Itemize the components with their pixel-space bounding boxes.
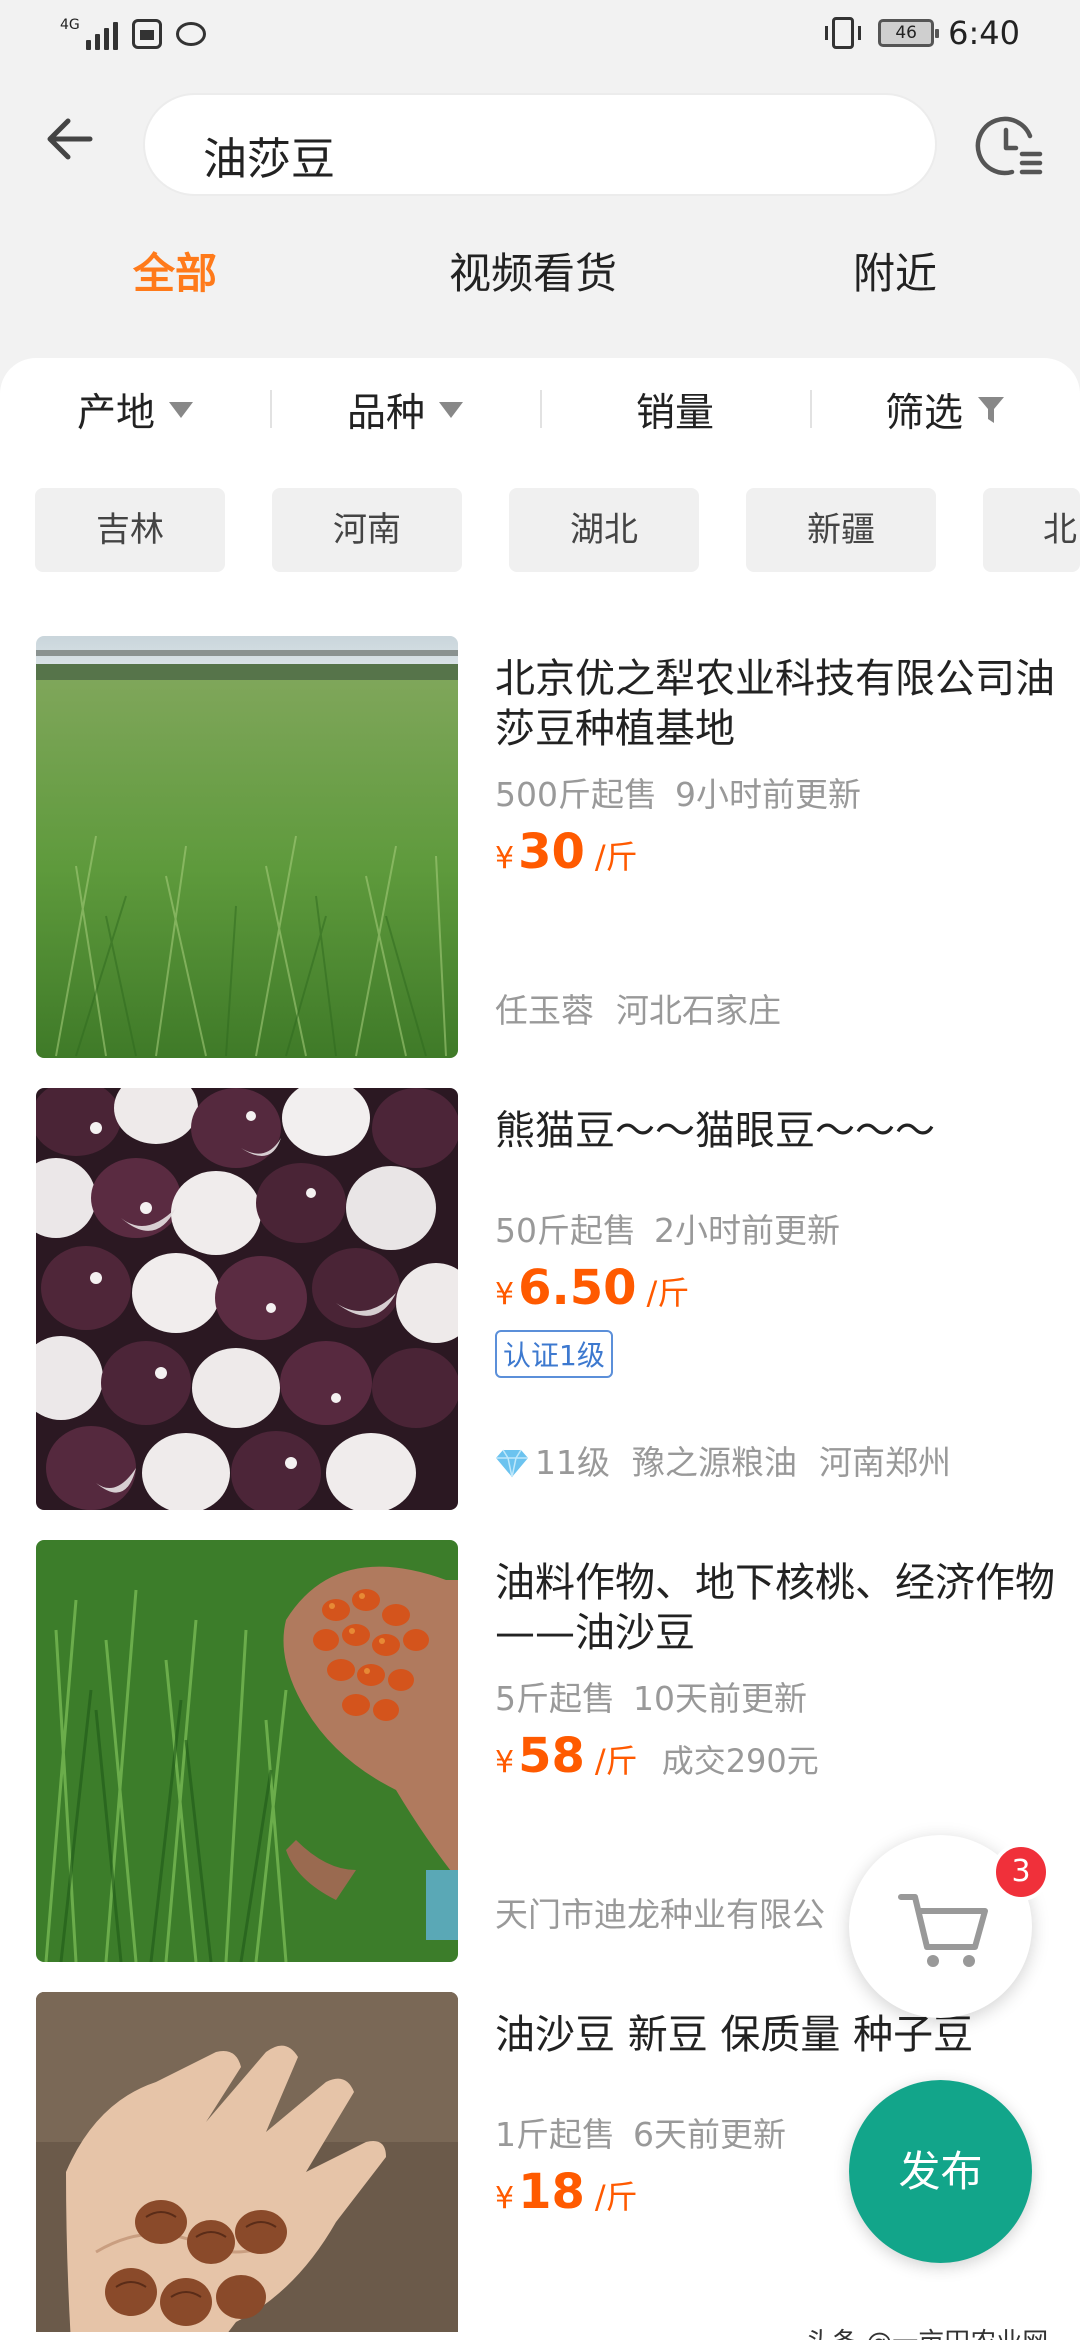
listing-item[interactable]: 北京优之犁农业科技有限公司油莎豆种植基地 500斤起售 9小时前更新 ¥ 30 /… [0, 636, 1080, 1060]
filter-origin[interactable]: 产地 [0, 380, 270, 440]
product-image [36, 1992, 458, 2332]
update-time: 9小时前更新 [675, 775, 861, 814]
tab-nearby[interactable]: 附近 [755, 240, 1035, 301]
price-unit: /斤 [594, 1742, 638, 1780]
vibrate-icon [825, 17, 862, 49]
filter-more[interactable]: 筛选 [810, 380, 1080, 440]
price-unit: /斤 [594, 838, 638, 876]
filter-sales-label: 销量 [635, 391, 714, 436]
listing-price: ¥ 30 /斤 [495, 824, 1055, 880]
clock-list-icon [975, 116, 1043, 176]
update-time: 6天前更新 [633, 2115, 786, 2154]
publish-button[interactable]: 发布 [849, 2080, 1032, 2263]
currency-symbol: ¥ [495, 1277, 515, 1312]
category-tabs: 全部 视频看货 附近 [0, 240, 1080, 340]
battery-icon: 46 [878, 19, 940, 47]
back-button[interactable] [40, 107, 104, 171]
update-time: 2小时前更新 [654, 1211, 840, 1250]
search-query: 油莎豆 [203, 134, 335, 185]
dropdown-icon [169, 402, 193, 418]
history-button[interactable] [972, 110, 1044, 182]
deal-amount: 成交290元 [661, 1742, 819, 1780]
status-bar: 4G 46 6:40 [0, 0, 1080, 75]
product-image [36, 1540, 458, 1962]
listing-price: ¥ 58 /斤 成交290元 [495, 1728, 1055, 1784]
filter-sales[interactable]: 销量 [540, 380, 810, 440]
region-chip[interactable]: 河南 [272, 488, 462, 572]
filter-origin-label: 产地 [76, 391, 155, 436]
filter-bar: 产地 品种 销量 筛选 [0, 358, 1080, 458]
min-order: 1斤起售 [495, 2115, 615, 2154]
seller-name: 任玉蓉 [495, 991, 594, 1030]
listing-meta: 50斤起售 2小时前更新 [495, 1204, 1055, 1252]
signal-icon: 4G [60, 18, 118, 50]
seller-name: 豫之源粮油 [632, 1443, 797, 1482]
seller-info: 任玉蓉 河北石家庄 [495, 984, 781, 1032]
clock: 6:40 [948, 14, 1020, 52]
listing-price: ¥ 6.50 /斤 [495, 1260, 1055, 1316]
search-header: 油莎豆 [0, 75, 1080, 215]
seller-name: 天门市迪龙种业有限公 [495, 1895, 825, 1934]
filter-variety-label: 品种 [346, 391, 425, 436]
region-chip[interactable]: 吉林 [35, 488, 225, 572]
update-time: 10天前更新 [633, 1679, 807, 1718]
calendar-icon [131, 19, 162, 49]
price-unit: /斤 [646, 1274, 690, 1312]
product-image [36, 1088, 458, 1510]
dropdown-icon [439, 402, 463, 418]
min-order: 50斤起售 [495, 1211, 636, 1250]
certification-badge: 认证1级 [495, 1330, 613, 1378]
results-panel: 产地 品种 销量 筛选 吉林 河南 湖北 新疆 北 北京优之犁农业科技有限公司油… [0, 358, 1080, 2340]
price-value: 30 [518, 824, 585, 880]
seller-info: 天门市迪龙种业有限公 [495, 1888, 825, 1936]
cart-count-badge: 3 [992, 1843, 1050, 1901]
price-value: 6.50 [518, 1260, 637, 1316]
product-image [36, 636, 458, 1058]
currency-symbol: ¥ [495, 841, 515, 876]
battery-level: 46 [895, 23, 917, 43]
tab-video[interactable]: 视频看货 [393, 240, 673, 301]
price-unit: /斤 [594, 2178, 638, 2216]
listing-meta: 5斤起售 10天前更新 [495, 1672, 1055, 1720]
price-value: 58 [518, 1728, 585, 1784]
region-chips: 吉林 河南 湖北 新疆 北 [0, 488, 1080, 572]
funnel-icon [978, 397, 1004, 423]
region-chip[interactable]: 新疆 [746, 488, 936, 572]
seller-info: 11级 豫之源粮油 河南郑州 [495, 1436, 951, 1484]
search-input[interactable]: 油莎豆 [143, 93, 937, 196]
listing-item[interactable]: 熊猫豆～～猫眼豆～～～ 50斤起售 2小时前更新 ¥ 6.50 /斤 认证1级 1… [0, 1088, 1080, 1512]
min-order: 500斤起售 [495, 775, 657, 814]
seller-location: 河北石家庄 [616, 991, 781, 1030]
currency-symbol: ¥ [495, 1745, 515, 1780]
back-arrow-icon [47, 118, 93, 160]
listing-title: 熊猫豆～～猫眼豆～～～ [495, 1108, 935, 1154]
region-chip[interactable]: 北 [983, 488, 1080, 572]
seller-level: 11级 [535, 1443, 610, 1482]
min-order: 5斤起售 [495, 1679, 615, 1718]
diamond-icon [496, 1449, 528, 1478]
filter-variety[interactable]: 品种 [270, 380, 540, 440]
currency-symbol: ¥ [495, 2181, 515, 2216]
chat-icon [175, 22, 206, 46]
filter-more-label: 筛选 [884, 391, 963, 436]
region-chip[interactable]: 湖北 [509, 488, 699, 572]
listing-title: 油料作物、地下核桃、经济作物——油沙豆 [495, 1560, 1055, 1656]
price-value: 18 [518, 2164, 585, 2220]
tab-all[interactable]: 全部 [35, 240, 315, 301]
seller-location: 河南郑州 [819, 1443, 951, 1482]
watermark: 头条 @一亩田农业网 [806, 2322, 1048, 2340]
network-type: 4G [60, 17, 80, 33]
listing-meta: 500斤起售 9小时前更新 [495, 768, 1055, 816]
listing-title: 北京优之犁农业科技有限公司油莎豆种植基地 [495, 656, 1055, 752]
